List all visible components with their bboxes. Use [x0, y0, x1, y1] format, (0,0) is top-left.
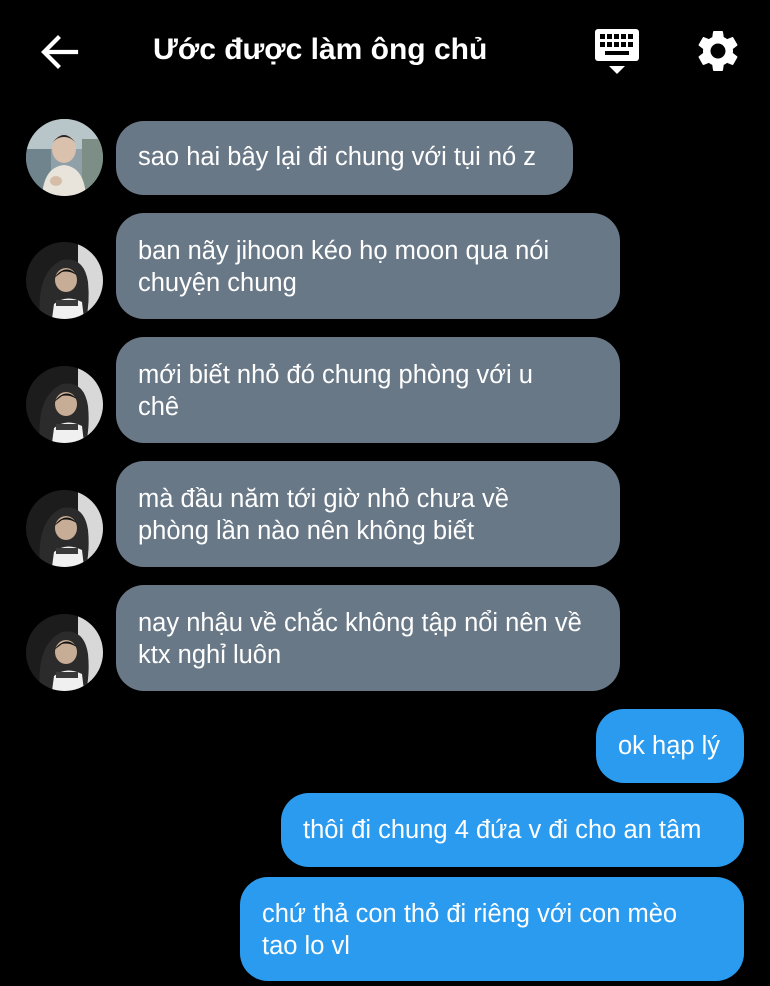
message-text: mới biết nhỏ đó chung phòng với u: [138, 361, 533, 389]
avatar-light-photo: [26, 119, 103, 196]
settings-button[interactable]: [693, 26, 743, 76]
message-text: chê: [138, 393, 180, 421]
message-text: sao hai bây lại đi chung với tụi nó z: [138, 143, 537, 171]
message-text: ban nãy jihoon kéo họ moon qua nói: [138, 237, 550, 265]
avatar[interactable]: [26, 490, 103, 567]
message-bubble-outgoing[interactable]: ok hạp lý: [596, 709, 744, 783]
avatar-hoodie-photo: [26, 614, 103, 691]
avatar[interactable]: [26, 366, 103, 443]
message-bubble-outgoing[interactable]: thôi đi chung 4 đứa v đi cho an tâm: [281, 793, 744, 867]
message-text: tao lo vl: [262, 932, 350, 960]
message-bubble-incoming[interactable]: sao hai bây lại đi chung với tụi nó z: [116, 121, 573, 195]
message-text: chuyện chung: [138, 269, 297, 297]
keyboard-icon: [595, 29, 639, 74]
message-text: mà đầu năm tới giờ nhỏ chưa về: [138, 485, 509, 513]
chat-header: Ước được làm ông chủ: [0, 0, 770, 100]
message-bubble-outgoing[interactable]: chứ thả con thỏ đi riêng với con mèo tao…: [240, 877, 744, 981]
avatar[interactable]: [26, 119, 103, 196]
avatar-hoodie-photo: [26, 366, 103, 443]
message-bubble-incoming[interactable]: mới biết nhỏ đó chung phòng với u chê: [116, 337, 620, 443]
arrow-left-icon: [41, 35, 79, 69]
message-text: chứ thả con thỏ đi riêng với con mèo: [262, 900, 678, 928]
chat-title: Ước được làm ông chủ: [153, 33, 488, 66]
message-bubble-incoming[interactable]: nay nhậu về chắc không tập nổi nên về kt…: [116, 585, 620, 691]
avatar[interactable]: [26, 242, 103, 319]
avatar-hoodie-photo: [26, 242, 103, 319]
keyboard-button[interactable]: [592, 26, 642, 78]
avatar-hoodie-photo: [26, 490, 103, 567]
message-text: phòng lần nào nên không biết: [138, 517, 475, 545]
message-text: ktx nghỉ luôn: [138, 641, 282, 669]
message-text: ok hạp lý: [618, 732, 721, 760]
avatar[interactable]: [26, 614, 103, 691]
back-button[interactable]: [36, 28, 84, 76]
message-text: thôi đi chung 4 đứa v đi cho an tâm: [303, 816, 702, 844]
message-text: nay nhậu về chắc không tập nổi nên về: [138, 609, 582, 637]
message-bubble-incoming[interactable]: mà đầu năm tới giờ nhỏ chưa về phòng lần…: [116, 461, 620, 567]
message-bubble-incoming[interactable]: ban nãy jihoon kéo họ moon qua nói chuyệ…: [116, 213, 620, 319]
gear-icon: [698, 31, 738, 71]
